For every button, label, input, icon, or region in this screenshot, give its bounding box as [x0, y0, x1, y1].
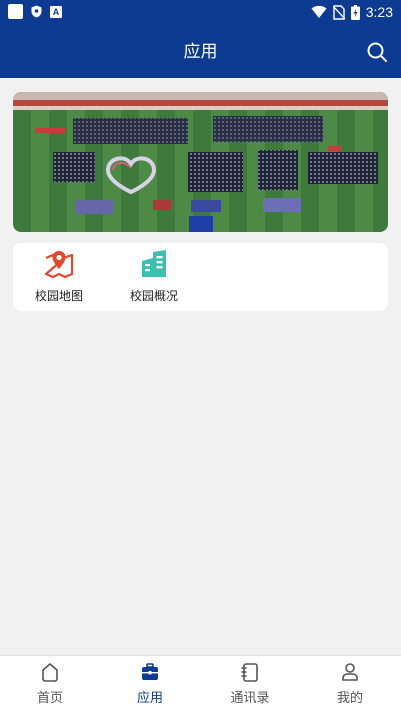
nav-label: 首页 [36, 691, 63, 706]
nav-item-mine[interactable]: 我的 [300, 656, 400, 714]
nav-label: 应用 [136, 691, 163, 706]
nav-item-contacts[interactable]: 通讯录 [200, 656, 300, 714]
banner-image[interactable] [13, 92, 388, 232]
shield-icon [31, 5, 42, 18]
status-left-icons: A [8, 4, 62, 19]
nav-label: 我的 [336, 691, 363, 706]
no-sim-icon [332, 4, 345, 20]
building-icon [142, 250, 166, 277]
nav-label: 通讯录 [230, 691, 270, 706]
status-right-icons: 3:23 [311, 3, 393, 21]
app-tile-campus-map[interactable]: 校园地图 [13, 243, 103, 311]
search-icon[interactable] [365, 40, 389, 64]
wifi-icon [311, 5, 327, 18]
app-tile-campus-overview[interactable]: 校园概况 [108, 243, 198, 311]
briefcase-icon [142, 663, 158, 680]
app-label: 校园概况 [129, 289, 178, 303]
contacts-book-icon [241, 663, 258, 682]
app-icon [8, 4, 23, 19]
status-bar: A 3:23 [0, 0, 401, 24]
nav-item-apps[interactable]: 应用 [100, 656, 200, 714]
text-a-icon: A [50, 5, 62, 18]
person-icon [342, 663, 358, 681]
bottom-nav: 首页 应用 通讯录 我的 [0, 655, 401, 714]
battery-icon [350, 4, 360, 20]
app-bar: 应用 [0, 24, 401, 78]
home-icon [42, 663, 58, 682]
page-title: 应用 [183, 42, 218, 62]
map-pin-icon [44, 251, 74, 279]
status-time: 3:23 [365, 4, 393, 20]
campus-photo [13, 92, 388, 232]
apps-card: 校园地图 校园概况 [13, 243, 388, 311]
app-label: 校园地图 [34, 289, 83, 303]
nav-item-home[interactable]: 首页 [0, 656, 100, 714]
